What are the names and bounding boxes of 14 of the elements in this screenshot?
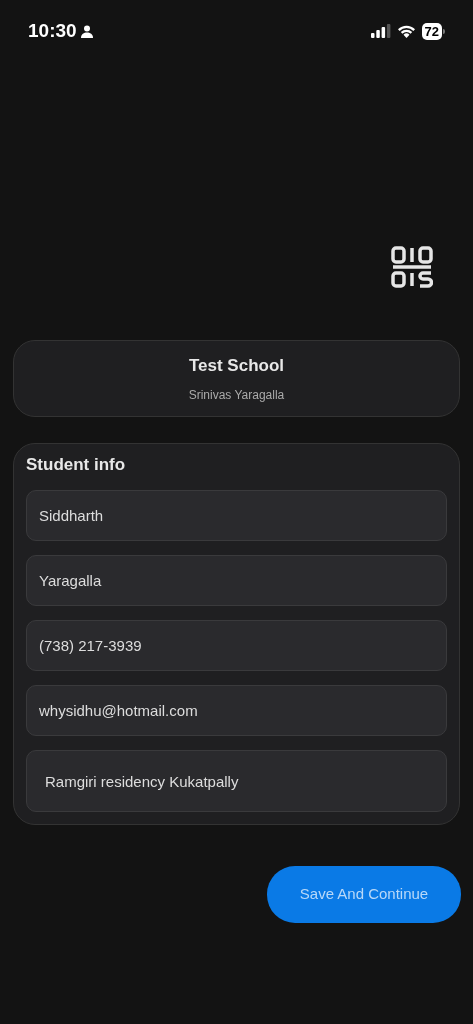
wifi-icon <box>396 24 416 38</box>
input-field[interactable]: (738) 217-3939 <box>26 619 447 671</box>
qr-code-icon[interactable] <box>391 246 433 288</box>
section-title: Student info <box>26 454 127 476</box>
school-name: Test School <box>188 354 285 377</box>
input-field[interactable]: Yaragalla <box>26 554 447 606</box>
person-icon <box>80 24 93 38</box>
status-time: 10:30 <box>28 18 77 43</box>
battery-level: 72 <box>421 22 442 40</box>
person-name: Srinivas Yaragalla <box>188 387 285 405</box>
signal-icon <box>370 24 391 38</box>
input-field[interactable]: whysidhu@hotmail.com <box>26 684 447 736</box>
input-field[interactable]: Siddharth <box>26 489 447 541</box>
text-area[interactable]: Ramgiri residency Kukatpally <box>26 749 447 812</box>
